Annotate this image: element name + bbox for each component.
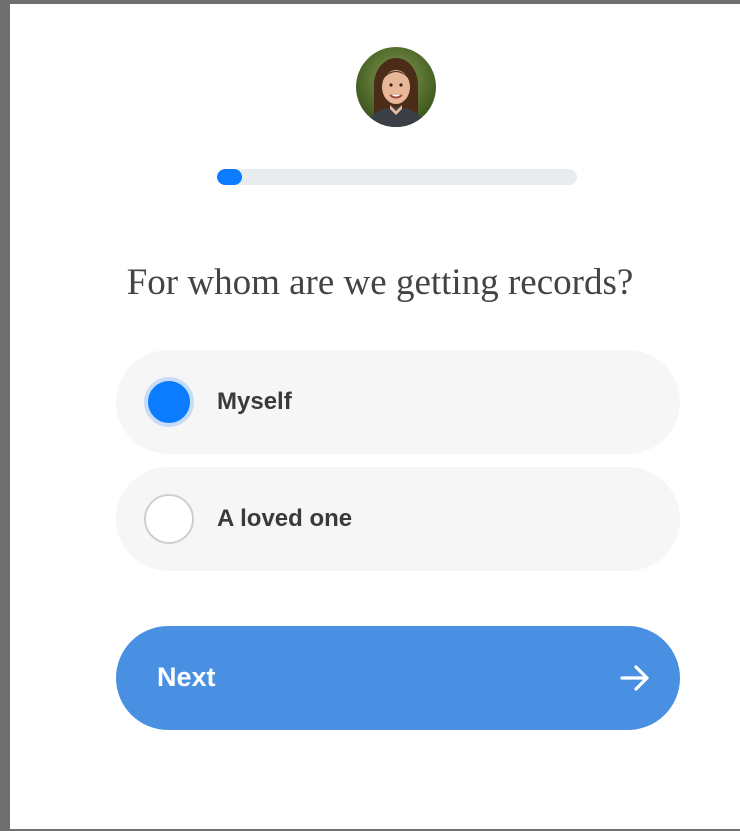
progress-bar-fill xyxy=(217,169,243,185)
option-label: A loved one xyxy=(217,505,353,532)
arrow-right-icon xyxy=(619,663,651,693)
radio-selected-icon[interactable] xyxy=(144,377,194,427)
avatar xyxy=(356,47,436,127)
option-loved-one[interactable]: A loved one xyxy=(116,467,680,571)
progress-bar xyxy=(217,169,577,185)
avatar-photo-icon xyxy=(356,47,436,127)
next-button[interactable]: Next xyxy=(116,626,680,730)
option-label: Myself xyxy=(217,388,292,415)
page-title: For whom are we getting records? xyxy=(126,262,634,303)
next-button-label: Next xyxy=(157,662,216,692)
app-window: For whom are we getting records? Myself … xyxy=(0,0,740,831)
radio-unselected-icon[interactable] xyxy=(144,494,194,544)
option-myself[interactable]: Myself xyxy=(116,350,680,454)
